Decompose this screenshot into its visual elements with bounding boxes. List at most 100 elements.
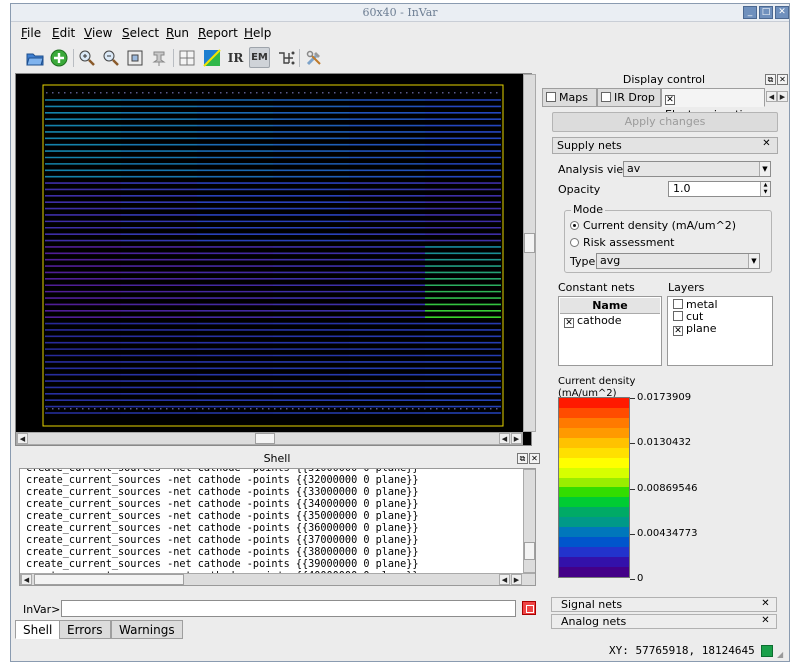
shell-output[interactable]: create_current_sources -net cathode -poi…: [19, 468, 536, 586]
pad-marker: [466, 92, 468, 94]
cut-checkbox[interactable]: [673, 311, 683, 321]
open-folder-icon[interactable]: [24, 47, 45, 68]
pad-marker: [70, 408, 72, 410]
shell-horizontal-scrollbar[interactable]: ◀ ◀ ▶: [20, 573, 535, 585]
layer-row[interactable]: ✕ plane: [668, 323, 772, 336]
stop-icon[interactable]: [522, 601, 536, 615]
menu-file[interactable]: File: [21, 26, 41, 40]
ir-drop-checkbox[interactable]: [601, 92, 611, 102]
dock-close-button[interactable]: ✕: [777, 74, 788, 85]
tab-scroll-left-arrow[interactable]: ◀: [766, 91, 777, 102]
pad-marker: [232, 408, 234, 410]
scroll-left-arrow[interactable]: ◀: [499, 574, 510, 585]
scroll-left-arrow[interactable]: ◀: [17, 433, 28, 444]
opacity-spinbox[interactable]: 1.0 ▲ ▼: [668, 181, 771, 197]
pad-marker: [142, 92, 144, 94]
menu-view[interactable]: View: [84, 26, 112, 40]
electromigration-checkbox[interactable]: ✕: [665, 95, 675, 105]
tab-electromigration[interactable]: ✕Electromigration: [661, 88, 765, 121]
layout-hscroll-thumb[interactable]: [255, 433, 275, 444]
pad-marker: [208, 408, 210, 410]
shell-float-button[interactable]: ⧉: [517, 453, 528, 464]
resize-grip[interactable]: ◢: [777, 650, 787, 660]
legend-color-cell: [559, 507, 629, 518]
shell-vscroll-thumb[interactable]: [524, 542, 535, 560]
pad-marker: [244, 408, 246, 410]
tab-shell[interactable]: Shell: [15, 620, 61, 639]
menu-select[interactable]: Select: [122, 26, 159, 40]
electromigration-icon[interactable]: EM: [249, 47, 270, 68]
menu-help[interactable]: Help: [244, 26, 271, 40]
scroll-right-arrow[interactable]: ▶: [511, 574, 522, 585]
pin-icon[interactable]: [148, 47, 169, 68]
signal-nets-close-icon[interactable]: ✕: [761, 599, 770, 609]
layout-vscroll-thumb[interactable]: [524, 233, 535, 253]
legend-color-cell: [559, 467, 629, 478]
plane-checkbox[interactable]: ✕: [673, 326, 683, 336]
layer-row[interactable]: cut: [668, 311, 772, 323]
pad-marker: [94, 408, 96, 410]
shell-hscroll-thumb[interactable]: [34, 574, 184, 585]
supply-nets-header[interactable]: Supply nets ✕: [552, 137, 778, 154]
netlist-icon[interactable]: [275, 47, 296, 68]
close-button[interactable]: ✕: [775, 6, 789, 19]
layout-vertical-scrollbar[interactable]: [523, 74, 536, 432]
tools-icon[interactable]: [303, 47, 324, 68]
mode-option-risk-assessment[interactable]: Risk assessment: [570, 236, 675, 249]
shell-command-input[interactable]: [61, 600, 516, 617]
layers-list[interactable]: metal cut ✕ plane: [667, 296, 773, 366]
tab-maps[interactable]: Maps: [542, 88, 597, 107]
grid-icon[interactable]: [176, 47, 197, 68]
maps-icon[interactable]: [201, 47, 222, 68]
maps-checkbox[interactable]: [546, 92, 556, 102]
minimize-button[interactable]: _: [743, 6, 757, 19]
analog-nets-close-icon[interactable]: ✕: [761, 616, 770, 626]
app-window: 60x40 - InVar _ □ ✕ File Edit View Selec…: [10, 3, 790, 662]
radio-risk-assessment[interactable]: [570, 238, 579, 247]
constant-net-row[interactable]: ✕ cathode: [559, 315, 661, 328]
window-title: 60x40 - InVar: [362, 6, 438, 19]
menu-report[interactable]: Report: [198, 26, 238, 40]
pad-marker: [376, 408, 378, 410]
scroll-left-arrow[interactable]: ◀: [499, 433, 510, 444]
scroll-left-arrow[interactable]: ◀: [21, 574, 32, 585]
layers-label: Layers: [668, 281, 705, 294]
pad-marker: [106, 408, 108, 410]
metal-checkbox[interactable]: [673, 299, 683, 309]
zoom-in-icon[interactable]: [76, 47, 97, 68]
maximize-button[interactable]: □: [759, 6, 773, 19]
spin-arrows-icon[interactable]: ▲ ▼: [760, 182, 770, 196]
type-select[interactable]: avg ▼: [596, 253, 760, 269]
shell-vertical-scrollbar[interactable]: [523, 469, 535, 573]
add-icon[interactable]: [48, 47, 69, 68]
apply-changes-button[interactable]: Apply changes: [552, 112, 778, 132]
scroll-right-arrow[interactable]: ▶: [511, 433, 522, 444]
mode-option-current-density[interactable]: Current density (mA/um^2): [570, 219, 736, 232]
tab-scroll-right-arrow[interactable]: ▶: [777, 91, 788, 102]
zoom-fit-icon[interactable]: [124, 47, 145, 68]
signal-nets-header[interactable]: Signal nets ✕: [551, 597, 777, 612]
radio-current-density[interactable]: [570, 221, 579, 230]
pad-marker: [184, 408, 186, 410]
layout-canvas[interactable]: ◀ ◀ ▶: [15, 73, 536, 446]
layer-row[interactable]: metal: [668, 299, 772, 311]
legend-color-cell: [559, 557, 629, 567]
constant-nets-name-header[interactable]: Name: [560, 298, 660, 314]
tab-ir-drop[interactable]: IR Drop: [597, 88, 661, 107]
menu-edit[interactable]: Edit: [52, 26, 75, 40]
menu-run[interactable]: Run: [166, 26, 189, 40]
analysis-view-select[interactable]: av ▼: [623, 161, 771, 177]
pad-marker: [46, 92, 48, 94]
constant-nets-list[interactable]: Name ✕ cathode: [558, 296, 662, 366]
tab-errors[interactable]: Errors: [59, 620, 111, 639]
dock-float-button[interactable]: ⧉: [765, 74, 776, 85]
zoom-out-icon[interactable]: [100, 47, 121, 68]
cathode-checkbox[interactable]: ✕: [564, 318, 574, 328]
chevron-down-icon: ▼: [759, 162, 770, 176]
tab-warnings[interactable]: Warnings: [111, 620, 183, 639]
ir-drop-icon[interactable]: IR: [225, 47, 246, 68]
supply-nets-close-icon[interactable]: ✕: [762, 139, 771, 149]
layout-horizontal-scrollbar[interactable]: ◀ ◀ ▶: [16, 432, 523, 445]
shell-close-button[interactable]: ✕: [529, 453, 540, 464]
analog-nets-header[interactable]: Analog nets ✕: [551, 614, 777, 629]
